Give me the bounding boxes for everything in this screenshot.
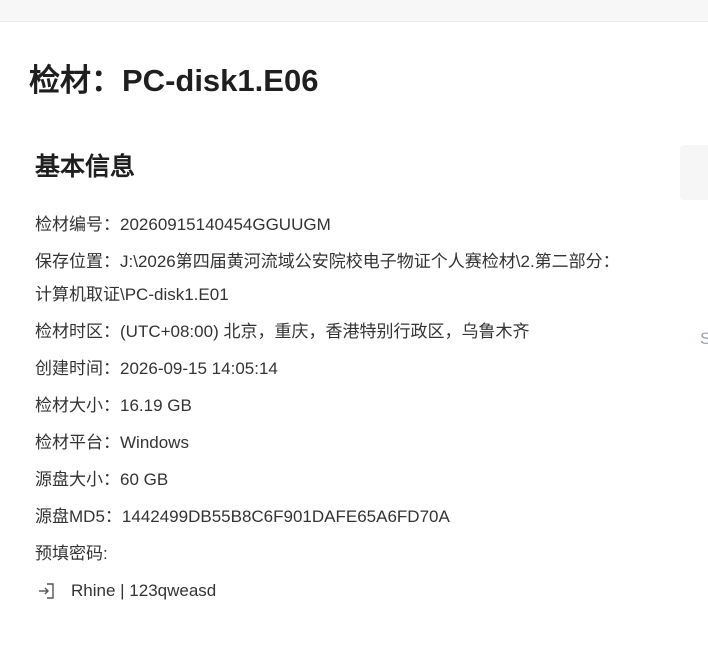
info-row-timezone: 检材时区：(UTC+08:00) 北京，重庆，香港特别行政区，乌鲁木齐 xyxy=(35,315,635,348)
info-value: (UTC+08:00) 北京，重庆，香港特别行政区，乌鲁木齐 xyxy=(120,322,530,341)
password-label: 预填密码: xyxy=(35,544,108,563)
info-value: 60 GB xyxy=(120,470,169,489)
info-value: Windows xyxy=(120,433,189,452)
login-arrow-icon xyxy=(35,580,57,602)
side-panel-glyph: S xyxy=(700,329,708,348)
basic-info-list: 检材编号：20260915140454GGUUGM 保存位置：J:\2026第四… xyxy=(35,208,635,607)
info-row-evidence-size: 检材大小：16.19 GB xyxy=(35,389,635,422)
info-label: 检材编号： xyxy=(35,215,120,234)
info-value: 2026-09-15 14:05:14 xyxy=(120,359,278,378)
password-entry-text: Rhine | 123qweasd xyxy=(71,581,217,600)
top-toolbar xyxy=(0,0,708,22)
info-row-evidence-id: 检材编号：20260915140454GGUUGM xyxy=(35,208,635,241)
info-value: 16.19 GB xyxy=(120,396,192,415)
info-label: 检材平台： xyxy=(35,433,120,452)
info-row-prefilled-password-label: 预填密码: xyxy=(35,537,635,570)
info-label: 保存位置： xyxy=(35,252,120,271)
side-panel-tab[interactable] xyxy=(680,145,708,200)
info-label: 源盘MD5： xyxy=(35,507,122,526)
info-row-created-time: 创建时间：2026-09-15 14:05:14 xyxy=(35,352,635,385)
info-row-source-md5: 源盘MD5：1442499DB55B8C6F901DAFE65A6FD70A xyxy=(35,500,635,533)
password-entry[interactable]: Rhine | 123qweasd xyxy=(35,574,635,607)
info-row-platform: 检材平台：Windows xyxy=(35,426,635,459)
info-row-storage-path: 保存位置：J:\2026第四届黄河流域公安院校电子物证个人赛检材\2.第二部分：… xyxy=(35,245,625,311)
info-label: 源盘大小： xyxy=(35,470,120,489)
section-title-basic-info: 基本信息 xyxy=(35,153,136,181)
info-value: 1442499DB55B8C6F901DAFE65A6FD70A xyxy=(121,507,450,526)
info-value: J:\2026第四届黄河流域公安院校电子物证个人赛检材\2.第二部分：计算机取证… xyxy=(35,252,620,304)
info-label: 检材大小： xyxy=(35,396,120,415)
info-label: 检材时区： xyxy=(35,322,120,341)
page-title: 检材：PC-disk1.E06 xyxy=(29,63,319,98)
info-row-source-size: 源盘大小：60 GB xyxy=(35,463,635,496)
info-label: 创建时间： xyxy=(35,359,120,378)
info-value: 20260915140454GGUUGM xyxy=(120,215,331,234)
